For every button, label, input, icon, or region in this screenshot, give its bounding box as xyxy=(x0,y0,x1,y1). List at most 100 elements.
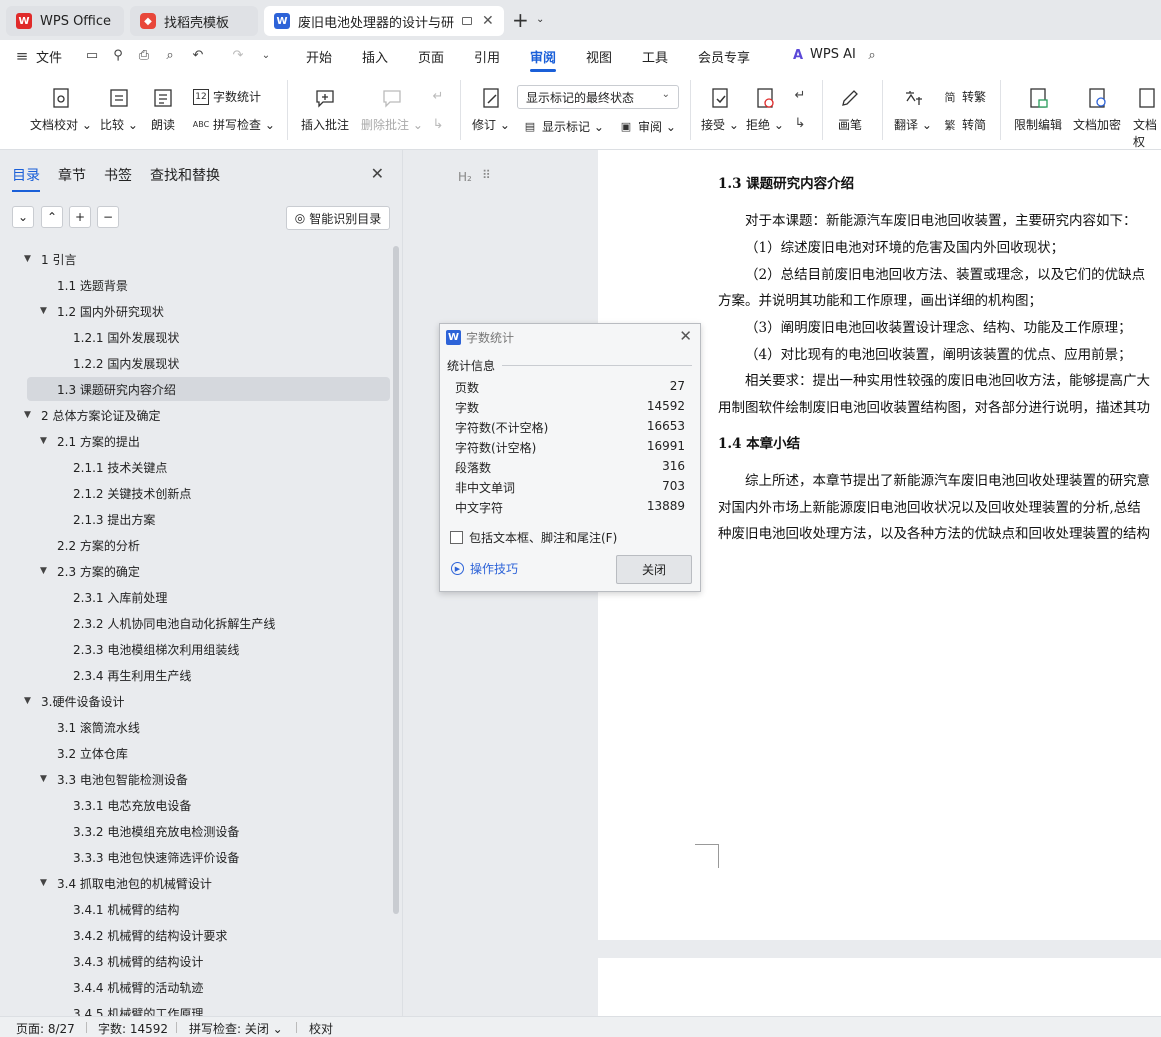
monitor-icon[interactable] xyxy=(462,17,472,25)
tab-docer[interactable]: ◆ 找稻壳模板 xyxy=(130,6,258,36)
toc-item[interactable]: 3.4.4 机械臂的活动轨迹 xyxy=(73,975,203,999)
doc-check-button[interactable]: 文档校对 ⌄ xyxy=(30,86,92,133)
prev-comment-icon[interactable]: ↵ xyxy=(430,89,446,105)
revise-button[interactable]: 修订 ⌄ xyxy=(472,86,510,133)
pen-button[interactable]: 画笔 xyxy=(838,86,862,133)
more-chevron-icon[interactable]: ⌄ xyxy=(258,48,274,64)
toc-item[interactable]: 2.3.1 入库前处理 xyxy=(73,585,167,609)
tab-toc[interactable]: 目录 xyxy=(12,165,40,192)
remove-heading-button[interactable]: − xyxy=(97,206,119,228)
menu-member[interactable]: 会员专享 xyxy=(698,47,750,66)
toc-item[interactable]: 3.3.2 电池模组充放电检测设备 xyxy=(73,819,239,843)
expand-up-button[interactable]: ⌃ xyxy=(41,206,63,228)
panel-scrollbar[interactable] xyxy=(393,246,399,914)
toc-item[interactable]: ▼ 1.2 国内外研究现状 xyxy=(40,299,164,323)
toc-item[interactable]: ▼ 2 总体方案论证及确定 xyxy=(24,403,160,427)
toc-item[interactable]: 1.3 课题研究内容介绍 xyxy=(27,377,390,401)
next-change-icon[interactable]: ↳ xyxy=(792,116,808,132)
to-simplified-button[interactable]: 繁 转简 xyxy=(942,116,987,133)
undo-icon[interactable]: ↶ xyxy=(190,48,206,64)
menu-review[interactable]: 审阅 xyxy=(530,47,557,72)
toc-item[interactable]: ▼ 3.4 抓取电池包的机械臂设计 xyxy=(40,871,212,895)
tab-sections[interactable]: 章节 xyxy=(58,165,86,185)
toc-item[interactable]: ▼ 2.3 方案的确定 xyxy=(40,559,140,583)
toc-item[interactable]: ▼ 3.硬件设备设计 xyxy=(24,689,124,713)
toc-item[interactable]: 2.1.1 技术关键点 xyxy=(73,455,167,479)
search-icon[interactable]: ⌕ xyxy=(864,48,880,64)
tips-link[interactable]: ▶ 操作技巧 xyxy=(451,560,518,577)
tab-find-replace[interactable]: 查找和替换 xyxy=(150,165,220,185)
include-textbox-checkbox[interactable]: 包括文本框、脚注和尾注(F) xyxy=(450,529,617,546)
encrypt-button[interactable]: 文档加密 xyxy=(1073,86,1121,133)
menu-page[interactable]: 页面 xyxy=(418,47,444,66)
redo-icon[interactable]: ↷ xyxy=(230,48,246,64)
menu-start[interactable]: 开始 xyxy=(306,47,332,66)
drag-handle-icon[interactable]: ⠿ xyxy=(482,168,491,182)
proof-status[interactable]: 校对 xyxy=(309,1020,333,1037)
spell-check-status[interactable]: 拼写检查: 关闭 ⌄ xyxy=(189,1020,283,1037)
menu-reference[interactable]: 引用 xyxy=(474,47,500,66)
toc-item[interactable]: 3.1 滚筒流水线 xyxy=(57,715,140,739)
doc-permission-button[interactable]: 文档权 xyxy=(1133,86,1161,150)
toc-item[interactable]: 2.3.4 再生利用生产线 xyxy=(73,663,191,687)
menu-wps-ai[interactable]: WPS AI xyxy=(810,47,856,62)
toc-item[interactable]: 3.3.3 电池包快速筛选评价设备 xyxy=(73,845,239,869)
save-icon[interactable]: ▭ xyxy=(84,48,100,64)
menu-view[interactable]: 视图 xyxy=(586,47,612,66)
spell-check-button[interactable]: ABC 拼写检查 ⌄ xyxy=(193,116,275,133)
review-pane-button[interactable]: ▣ 审阅 ⌄ xyxy=(618,118,676,135)
toc-item[interactable]: 3.2 立体仓库 xyxy=(57,741,128,765)
toc-item[interactable]: 2.3.2 人机协同电池自动化拆解生产线 xyxy=(73,611,275,635)
toc-item[interactable]: 2.1.2 关键技术创新点 xyxy=(73,481,191,505)
toc-item[interactable]: 3.4.2 机械臂的结构设计要求 xyxy=(73,923,227,947)
toc-item[interactable]: 3.4.1 机械臂的结构 xyxy=(73,897,179,921)
menu-insert[interactable]: 插入 xyxy=(362,47,388,66)
delete-comment-button[interactable]: 删除批注 ⌄ xyxy=(361,86,423,133)
close-icon[interactable]: ✕ xyxy=(371,164,384,183)
expand-arrow-icon[interactable]: ▼ xyxy=(40,566,52,576)
tab-wps-office[interactable]: W WPS Office xyxy=(6,6,124,36)
close-icon[interactable]: ✕ xyxy=(679,327,692,345)
print-icon[interactable]: ⎙ xyxy=(136,48,152,64)
show-markup-button[interactable]: ▤ 显示标记 ⌄ xyxy=(522,118,604,135)
restrict-edit-button[interactable]: 限制编辑 xyxy=(1014,86,1062,133)
tab-bookmarks[interactable]: 书签 xyxy=(104,165,132,185)
reject-button[interactable]: 拒绝 ⌄ xyxy=(746,86,784,133)
hamburger-icon[interactable]: ≡ xyxy=(14,48,30,64)
toc-item[interactable]: 1.1 选题背景 xyxy=(57,273,128,297)
tab-document[interactable]: W 废旧电池处理器的设计与研究 ✕ xyxy=(264,6,504,36)
toc-item[interactable]: 2.2 方案的分析 xyxy=(57,533,140,557)
word-count-button[interactable]: 12 字数统计 xyxy=(193,88,261,105)
new-tab-icon[interactable]: + xyxy=(512,10,529,30)
checkbox-box[interactable] xyxy=(450,531,463,544)
next-comment-icon[interactable]: ↳ xyxy=(430,117,446,133)
insert-comment-button[interactable]: 插入批注 xyxy=(301,86,349,133)
print-preview-icon[interactable]: ⌕ xyxy=(162,48,178,64)
expand-arrow-icon[interactable]: ▼ xyxy=(24,410,36,420)
toc-item[interactable]: 2.3.3 电池模组梯次利用组装线 xyxy=(73,637,239,661)
menu-tools[interactable]: 工具 xyxy=(642,47,668,66)
toc-item[interactable]: 3.4.5 机械臂的工作原理 xyxy=(73,1001,203,1017)
expand-arrow-icon[interactable]: ▼ xyxy=(40,436,52,446)
expand-arrow-icon[interactable]: ▼ xyxy=(40,878,52,888)
close-button[interactable]: 关闭 xyxy=(616,555,692,584)
page-indicator[interactable]: 页面: 8/27 xyxy=(16,1020,75,1037)
toc-item[interactable]: ▼ 3.3 电池包智能检测设备 xyxy=(40,767,188,791)
toc-item[interactable]: ▼ 2.1 方案的提出 xyxy=(40,429,140,453)
expand-arrow-icon[interactable]: ▼ xyxy=(40,774,52,784)
word-count-indicator[interactable]: 字数: 14592 xyxy=(98,1020,168,1037)
to-traditional-button[interactable]: 简 转繁 xyxy=(942,88,987,105)
accept-button[interactable]: 接受 ⌄ xyxy=(701,86,739,133)
prev-change-icon[interactable]: ↵ xyxy=(792,88,808,104)
toc-item[interactable]: 1.2.1 国外发展现状 xyxy=(73,325,179,349)
chevron-down-icon[interactable]: ⌄ xyxy=(536,14,544,25)
markup-state-select[interactable]: 显示标记的最终状态 ⌄ xyxy=(517,85,679,109)
toc-item[interactable]: 2.1.3 提出方案 xyxy=(73,507,155,531)
expand-arrow-icon[interactable]: ▼ xyxy=(40,306,52,316)
smart-toc-button[interactable]: ◎ 智能识别目录 xyxy=(286,206,390,230)
share-icon[interactable]: ⚲ xyxy=(110,48,126,64)
read-aloud-button[interactable]: 朗读 xyxy=(151,86,175,133)
compare-button[interactable]: 比较 ⌄ xyxy=(100,86,138,133)
dialog-title-bar[interactable]: W 字数统计 xyxy=(440,324,700,350)
expand-arrow-icon[interactable]: ▼ xyxy=(24,696,36,706)
